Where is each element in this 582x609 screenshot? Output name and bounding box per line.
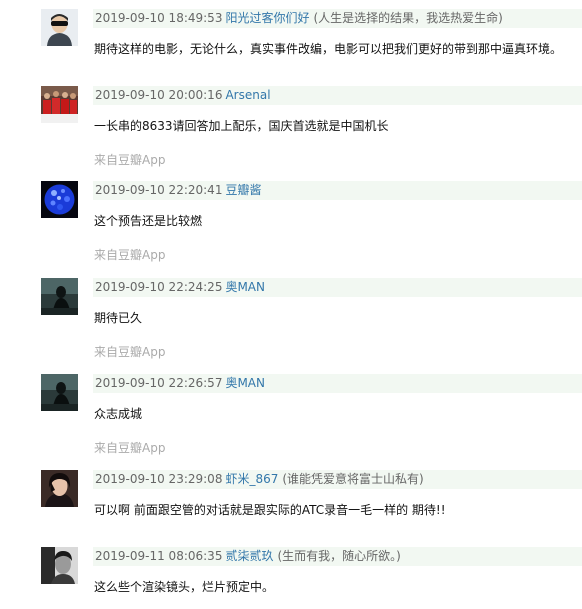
comment-source: 来自豆瓣App (94, 441, 166, 455)
comment-meta-bar: 2019-09-10 23:29:08 虾米_867 (谁能凭爱意将富士山私有) (93, 470, 582, 489)
comment-user-signature: (谁能凭爱意将富士山私有) (282, 472, 424, 486)
comment-meta-bar: 2019-09-10 22:20:41 豆瓣酱 (93, 181, 582, 200)
comment-time: 2019-09-11 08:06:35 (95, 549, 223, 563)
comment-user-link[interactable]: 奥MAN (225, 376, 265, 390)
comment-text: 期待已久 (94, 311, 143, 325)
comment-source: 来自豆瓣App (94, 153, 166, 167)
comment-time: 2019-09-10 20:00:16 (95, 88, 223, 102)
comment-user-link[interactable]: 奥MAN (225, 280, 265, 294)
avatar-sunglasses-man-icon[interactable] (41, 9, 78, 46)
comment-user-signature: (人生是选择的结果，我选热爱生命) (313, 11, 503, 25)
comment-text: 可以啊 前面跟空管的对话就是跟实际的ATC录音一毛一样的 期待!! (94, 503, 446, 517)
comment-text: 期待这样的电影，无论什么，真实事件改编，电影可以把我们更好的带到那中逼真环境。 (94, 42, 563, 56)
comment-meta-bar: 2019-09-10 18:49:53 阳光过客你们好 (人生是选择的结果，我选热爱… (93, 9, 582, 28)
comment-meta-bar: 2019-09-10 22:26:57 奥MAN (93, 374, 582, 393)
comment-time: 2019-09-10 22:26:57 (95, 376, 223, 390)
comment-time: 2019-09-10 22:20:41 (95, 183, 223, 197)
comment-meta-bar: 2019-09-10 22:24:25 奥MAN (93, 278, 582, 297)
comment-text: 这个预告还是比较燃 (94, 214, 203, 228)
comment-time: 2019-09-10 23:29:08 (95, 472, 223, 486)
comment-user-link[interactable]: 阳光过客你们好 (225, 11, 309, 25)
avatar-blue-sphere-icon[interactable] (41, 181, 78, 218)
comment-user-link[interactable]: Arsenal (225, 88, 270, 102)
comment-meta-bar: 2019-09-11 08:06:35 贰柒贰玖 (生而有我，随心所欲。) (93, 547, 582, 566)
comment-user-link[interactable]: 豆瓣酱 (225, 183, 261, 197)
comment-text: 众志成城 (94, 407, 143, 421)
comment-source: 来自豆瓣App (94, 345, 166, 359)
avatar-dark-figure-icon[interactable] (41, 374, 78, 411)
comment-text: 一长串的8633请回答加上配乐，国庆首选就是中国机长 (94, 119, 389, 133)
comment-time: 2019-09-10 22:24:25 (95, 280, 223, 294)
avatar-bw-portrait-icon[interactable] (41, 547, 78, 584)
comment-source: 来自豆瓣App (94, 248, 166, 262)
comment-list: 2019-09-10 18:49:53 阳光过客你们好 (人生是选择的结果，我选热爱… (0, 0, 582, 609)
comment-text: 这么些个渲染镜头，烂片预定中。 (94, 580, 275, 594)
comment-user-signature: (生而有我，随心所欲。) (277, 549, 401, 563)
avatar-dark-hair-portrait-icon[interactable] (41, 470, 78, 507)
avatar-dark-figure-icon[interactable] (41, 278, 78, 315)
comment-user-link[interactable]: 贰柒贰玖 (225, 549, 273, 563)
comment-user-link[interactable]: 虾米_867 (225, 472, 278, 486)
avatar-arsenal-players-icon[interactable] (41, 86, 78, 123)
comment-meta-bar: 2019-09-10 20:00:16 Arsenal (93, 86, 582, 105)
comment-time: 2019-09-10 18:49:53 (95, 11, 223, 25)
